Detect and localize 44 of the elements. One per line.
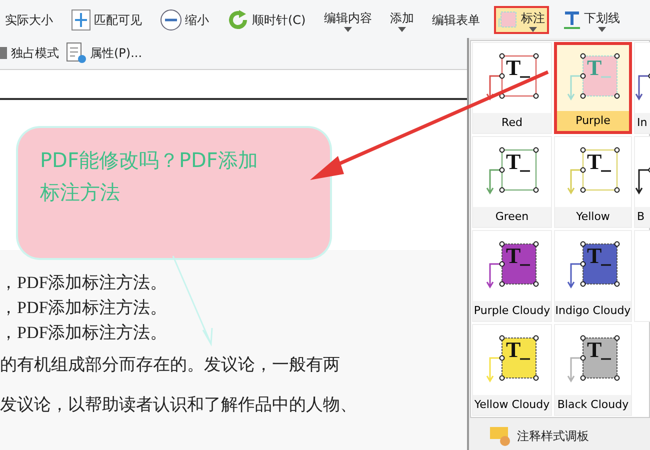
ribbon-button[interactable]: 标注 [494,6,549,34]
callout-icon [498,10,518,30]
callout-style-item[interactable]: B [634,136,650,228]
icon-letter: T [506,244,521,268]
document-text-line: ，PDF添加标注方法。 [0,322,168,344]
callout-style-item[interactable]: T Purple Cloudy [472,230,552,322]
icon-letter: T [587,56,602,80]
ribbon-button[interactable]: 属性(P)... [65,42,142,64]
callout-style-item[interactable]: T Indigo Cloudy [554,230,632,322]
properties-icon [65,42,87,64]
style-palette-button[interactable]: 注释样式调板 [489,426,650,446]
icon-letter: T [506,150,521,174]
callout-style-item[interactable]: T Green [472,136,552,228]
callout-style-item[interactable]: In [634,42,650,134]
callout-style-item[interactable]: T Red [472,42,552,134]
ribbon-button[interactable]: 添加 [386,6,418,34]
fit-page-icon [71,9,91,31]
ribbon-button[interactable]: 缩小 [156,6,213,34]
document-text-line: 的有机组成部分而存在的。发议论，一般有两 [0,354,340,376]
callout-style-item[interactable]: T Yellow [554,136,632,228]
callout-style-item[interactable]: T Yellow Cloudy [472,324,552,416]
document-text-line: ，PDF添加标注方法。 [0,272,168,294]
icon-letter: T [506,338,521,362]
icon-letter: T [587,150,602,174]
ribbon-button[interactable]: 匹配可见 [67,6,146,34]
document-text-line: 发议论，以帮助读者认识和了解作品中的人物、 [0,394,357,416]
callout-style-item[interactable]: T Purple [554,42,632,134]
ribbon-button[interactable]: 独占模式 [0,44,59,62]
callout-style-item[interactable]: T Black Cloudy [554,324,632,416]
icon-letter: T [587,338,602,362]
ribbon-button[interactable]: 编辑表单 [428,6,484,34]
icon-letter: T [587,244,602,268]
ribbon-button[interactable]: 实际大小 [1,6,57,34]
ribbon-button[interactable]: 顺时针(C) [223,6,310,34]
document-text-line: ，PDF添加标注方法。 [0,297,168,319]
ribbon-button[interactable]: 下划线 [558,6,624,34]
underline-icon [562,10,581,30]
tool-icon [0,45,8,61]
zoom-out-icon [160,9,182,31]
palette-icon [489,426,511,446]
ribbon-button[interactable]: 编辑内容 [320,6,376,34]
callout-text: PDF能修改吗？PDF添加标注方法 [40,147,259,206]
rotate-icon [227,9,249,31]
icon-letter: T [506,56,521,80]
